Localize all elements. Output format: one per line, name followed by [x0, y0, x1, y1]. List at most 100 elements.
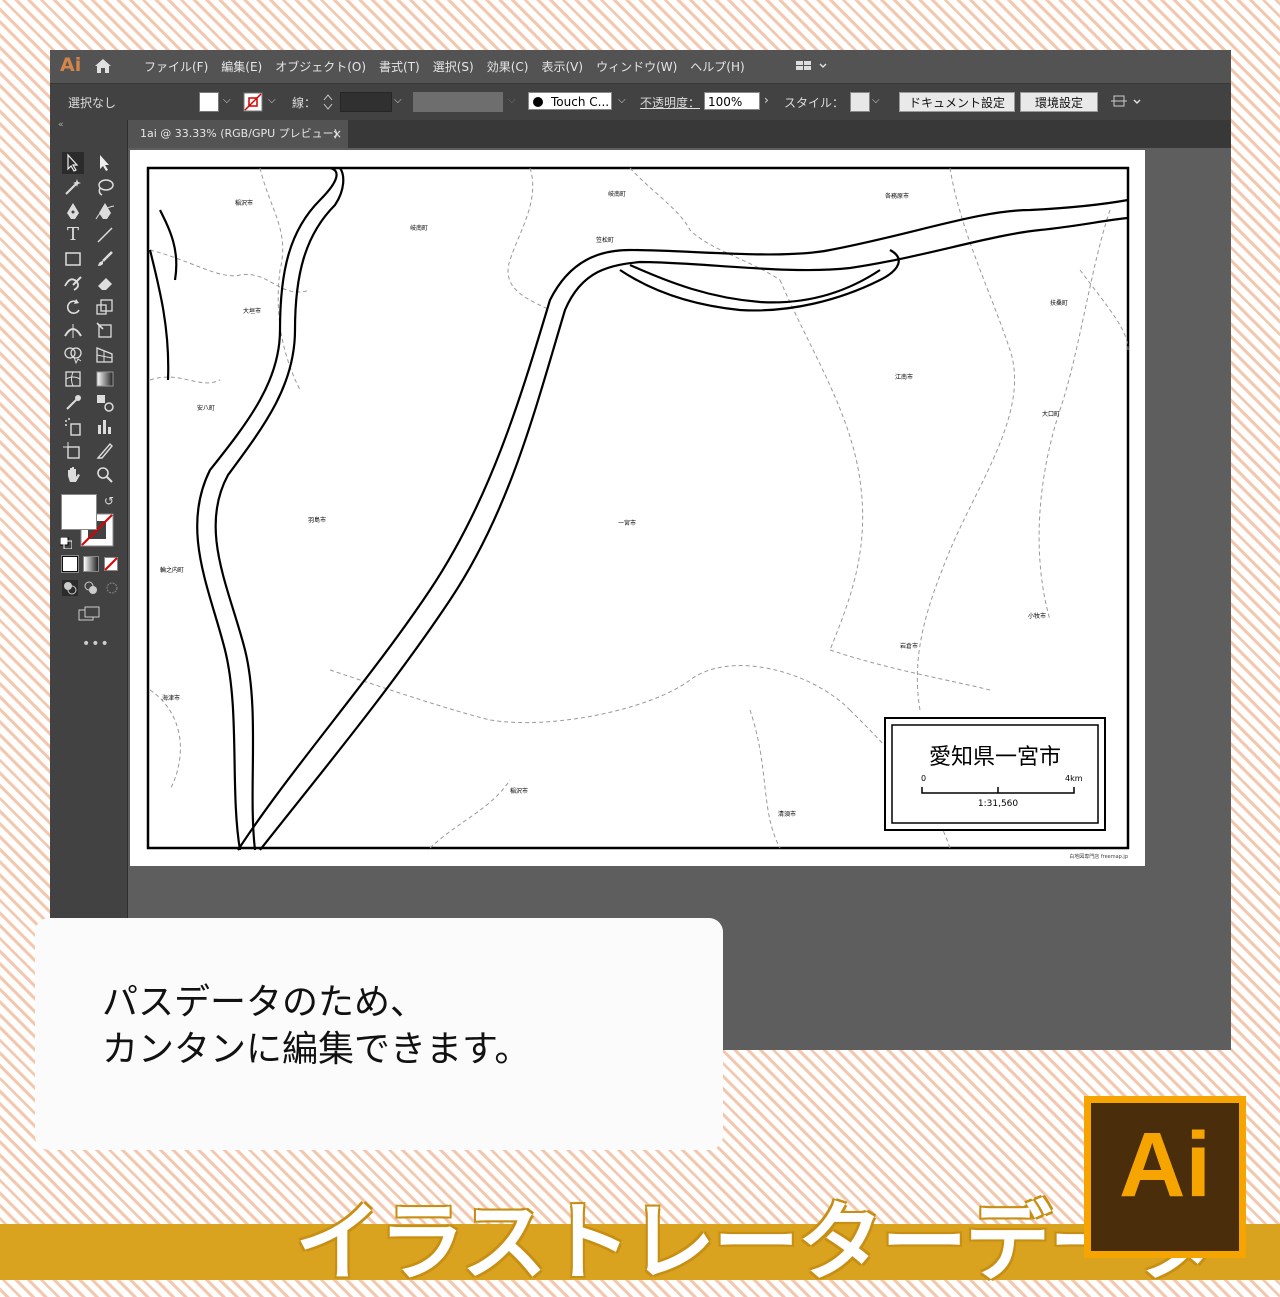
badge-inner: Ai — [1091, 1103, 1239, 1251]
eyedropper-icon[interactable] — [62, 392, 84, 414]
stroke-label: 線： — [292, 96, 317, 110]
brush-label: Touch C... — [551, 95, 610, 109]
menu-object[interactable]: オブジェクト(O) — [275, 58, 366, 75]
symbol-sprayer-icon[interactable] — [62, 416, 84, 438]
slice-icon[interactable] — [94, 440, 116, 462]
chevron-right-icon[interactable]: › — [764, 93, 769, 107]
rectangle-icon[interactable] — [62, 248, 84, 270]
chevron-down-icon[interactable]: ⌵ — [872, 95, 880, 106]
app-logo: Ai — [60, 54, 82, 76]
shape-builder-icon[interactable] — [62, 344, 84, 366]
chevron-down-icon[interactable]: ⌵ — [223, 95, 231, 106]
menu-select[interactable]: 選択(S) — [433, 58, 474, 75]
artboard[interactable]: 稲沢市 岐南町 岐南町 笠松町 各務原市 大垣市 安八町 江南市 大口町 扶桑町… — [130, 150, 1145, 866]
menu-type[interactable]: 書式(T) — [379, 58, 420, 75]
chevron-down-icon[interactable]: ⌵ — [508, 95, 516, 106]
workspace-icon[interactable] — [794, 58, 832, 77]
type-icon[interactable]: T — [62, 224, 84, 246]
brush-dot-icon — [533, 97, 543, 107]
menu-effect[interactable]: 効果(C) — [487, 58, 529, 75]
place-label: 羽島市 — [308, 516, 326, 524]
fill-swatch[interactable] — [199, 92, 219, 112]
brush-definition[interactable]: Touch C... — [528, 92, 612, 110]
none-mode-icon[interactable] — [104, 556, 118, 575]
selection-tool-icon[interactable] — [62, 152, 84, 174]
document-tab[interactable]: 1ai @ 33.33% (RGB/GPU プレビュー) × — [128, 120, 348, 148]
rotate-icon[interactable] — [62, 296, 84, 318]
direct-selection-tool-icon[interactable] — [94, 152, 116, 174]
swap-colors-icon[interactable]: ↺ — [104, 494, 114, 508]
place-label: 笠松町 — [596, 236, 614, 244]
menu-edit[interactable]: 編集(E) — [221, 58, 262, 75]
selection-status: 選択なし — [68, 96, 117, 110]
scale-start: 0 — [921, 774, 926, 783]
scale-icon[interactable] — [94, 296, 116, 318]
tools-panel: « T ↺ ••• — [50, 120, 128, 1050]
place-label: 大口町 — [1042, 410, 1060, 418]
document-tab-bar: 1ai @ 33.33% (RGB/GPU プレビュー) × — [128, 120, 1231, 148]
variable-width-profile[interactable] — [413, 92, 503, 112]
artboard-icon[interactable] — [62, 440, 84, 462]
control-bar: 選択なし ⌵ ⌵ 線： ⌵ ⌵ Touch C... ⌵ 不透明度： 100% … — [50, 83, 1231, 121]
screen-mode-icon[interactable] — [78, 606, 100, 626]
graph-icon[interactable] — [94, 416, 116, 438]
graphic-style-swatch[interactable] — [850, 92, 870, 112]
place-label: 岐南町 — [608, 190, 626, 198]
color-mode-icon[interactable] — [62, 556, 78, 572]
shaper-icon[interactable] — [62, 272, 84, 294]
draw-normal-icon[interactable] — [62, 580, 78, 600]
place-label: 稲沢市 — [235, 199, 253, 207]
line-icon[interactable] — [94, 224, 116, 246]
home-icon[interactable] — [92, 55, 114, 80]
hand-icon[interactable] — [62, 464, 84, 486]
menu-help[interactable]: ヘルプ(H) — [690, 58, 744, 75]
zoom-icon[interactable] — [94, 464, 116, 486]
stroke-weight-input[interactable] — [340, 92, 392, 112]
arrange-documents-icon[interactable] — [1110, 92, 1144, 115]
opacity-input[interactable]: 100% — [704, 92, 760, 110]
scale-end: 4km — [1065, 774, 1083, 783]
place-label: 安八町 — [197, 404, 215, 412]
pen-icon[interactable] — [62, 200, 84, 222]
place-label: 岐南町 — [410, 224, 428, 232]
draw-behind-icon[interactable] — [83, 580, 99, 600]
draw-inside-icon[interactable] — [104, 580, 120, 600]
chevron-down-icon[interactable]: ⌵ — [618, 95, 626, 106]
place-label: 各務原市 — [885, 192, 909, 200]
illustrator-window: Ai ファイル(F) 編集(E) オブジェクト(O) 書式(T) 選択(S) 効… — [50, 50, 1231, 1050]
close-icon[interactable]: × — [332, 120, 342, 148]
scale-ratio: 1:31,560 — [978, 799, 1019, 809]
edit-toolbar-icon[interactable]: ••• — [82, 636, 110, 652]
perspective-grid-icon[interactable] — [94, 344, 116, 366]
paintbrush-icon[interactable] — [94, 248, 116, 270]
default-colors-icon[interactable] — [59, 534, 73, 553]
width-icon[interactable] — [62, 320, 84, 342]
map-credit: 白地図専門店 freemap.jp — [1069, 853, 1128, 860]
canvas[interactable]: 稲沢市 岐南町 岐南町 笠松町 各務原市 大垣市 安八町 江南市 大口町 扶桑町… — [128, 148, 1231, 1050]
free-transform-icon[interactable] — [94, 320, 116, 342]
gradient-mode-icon[interactable] — [83, 556, 99, 572]
blend-icon[interactable] — [94, 392, 116, 414]
document-setup-button[interactable]: ドキュメント設定 — [899, 92, 1015, 112]
stroke-swatch[interactable] — [243, 92, 263, 112]
chevron-down-icon[interactable]: ⌵ — [394, 95, 402, 106]
menu-file[interactable]: ファイル(F) — [144, 58, 208, 75]
place-label: 大垣市 — [243, 307, 261, 315]
fill-color-box[interactable] — [61, 494, 97, 530]
menu-window[interactable]: ウィンドウ(W) — [596, 58, 677, 75]
map-title: 愛知県一宮市 — [929, 745, 1061, 770]
opacity-label[interactable]: 不透明度： — [640, 94, 700, 111]
stroke-weight-stepper-icon[interactable] — [322, 92, 334, 115]
magic-wand-icon[interactable] — [62, 176, 84, 198]
chevron-down-icon[interactable]: ⌵ — [268, 95, 276, 106]
mesh-icon[interactable] — [62, 368, 84, 390]
preferences-button[interactable]: 環境設定 — [1020, 92, 1098, 112]
curvature-icon[interactable] — [94, 200, 116, 222]
collapse-panel-icon[interactable]: « — [58, 120, 64, 130]
style-label: スタイル： — [784, 96, 845, 110]
eraser-icon[interactable] — [94, 272, 116, 294]
menu-view[interactable]: 表示(V) — [541, 58, 583, 75]
lasso-icon[interactable] — [94, 176, 116, 198]
gradient-icon[interactable] — [94, 368, 116, 390]
document-tab-title: 1ai @ 33.33% (RGB/GPU プレビュー) — [140, 127, 338, 140]
